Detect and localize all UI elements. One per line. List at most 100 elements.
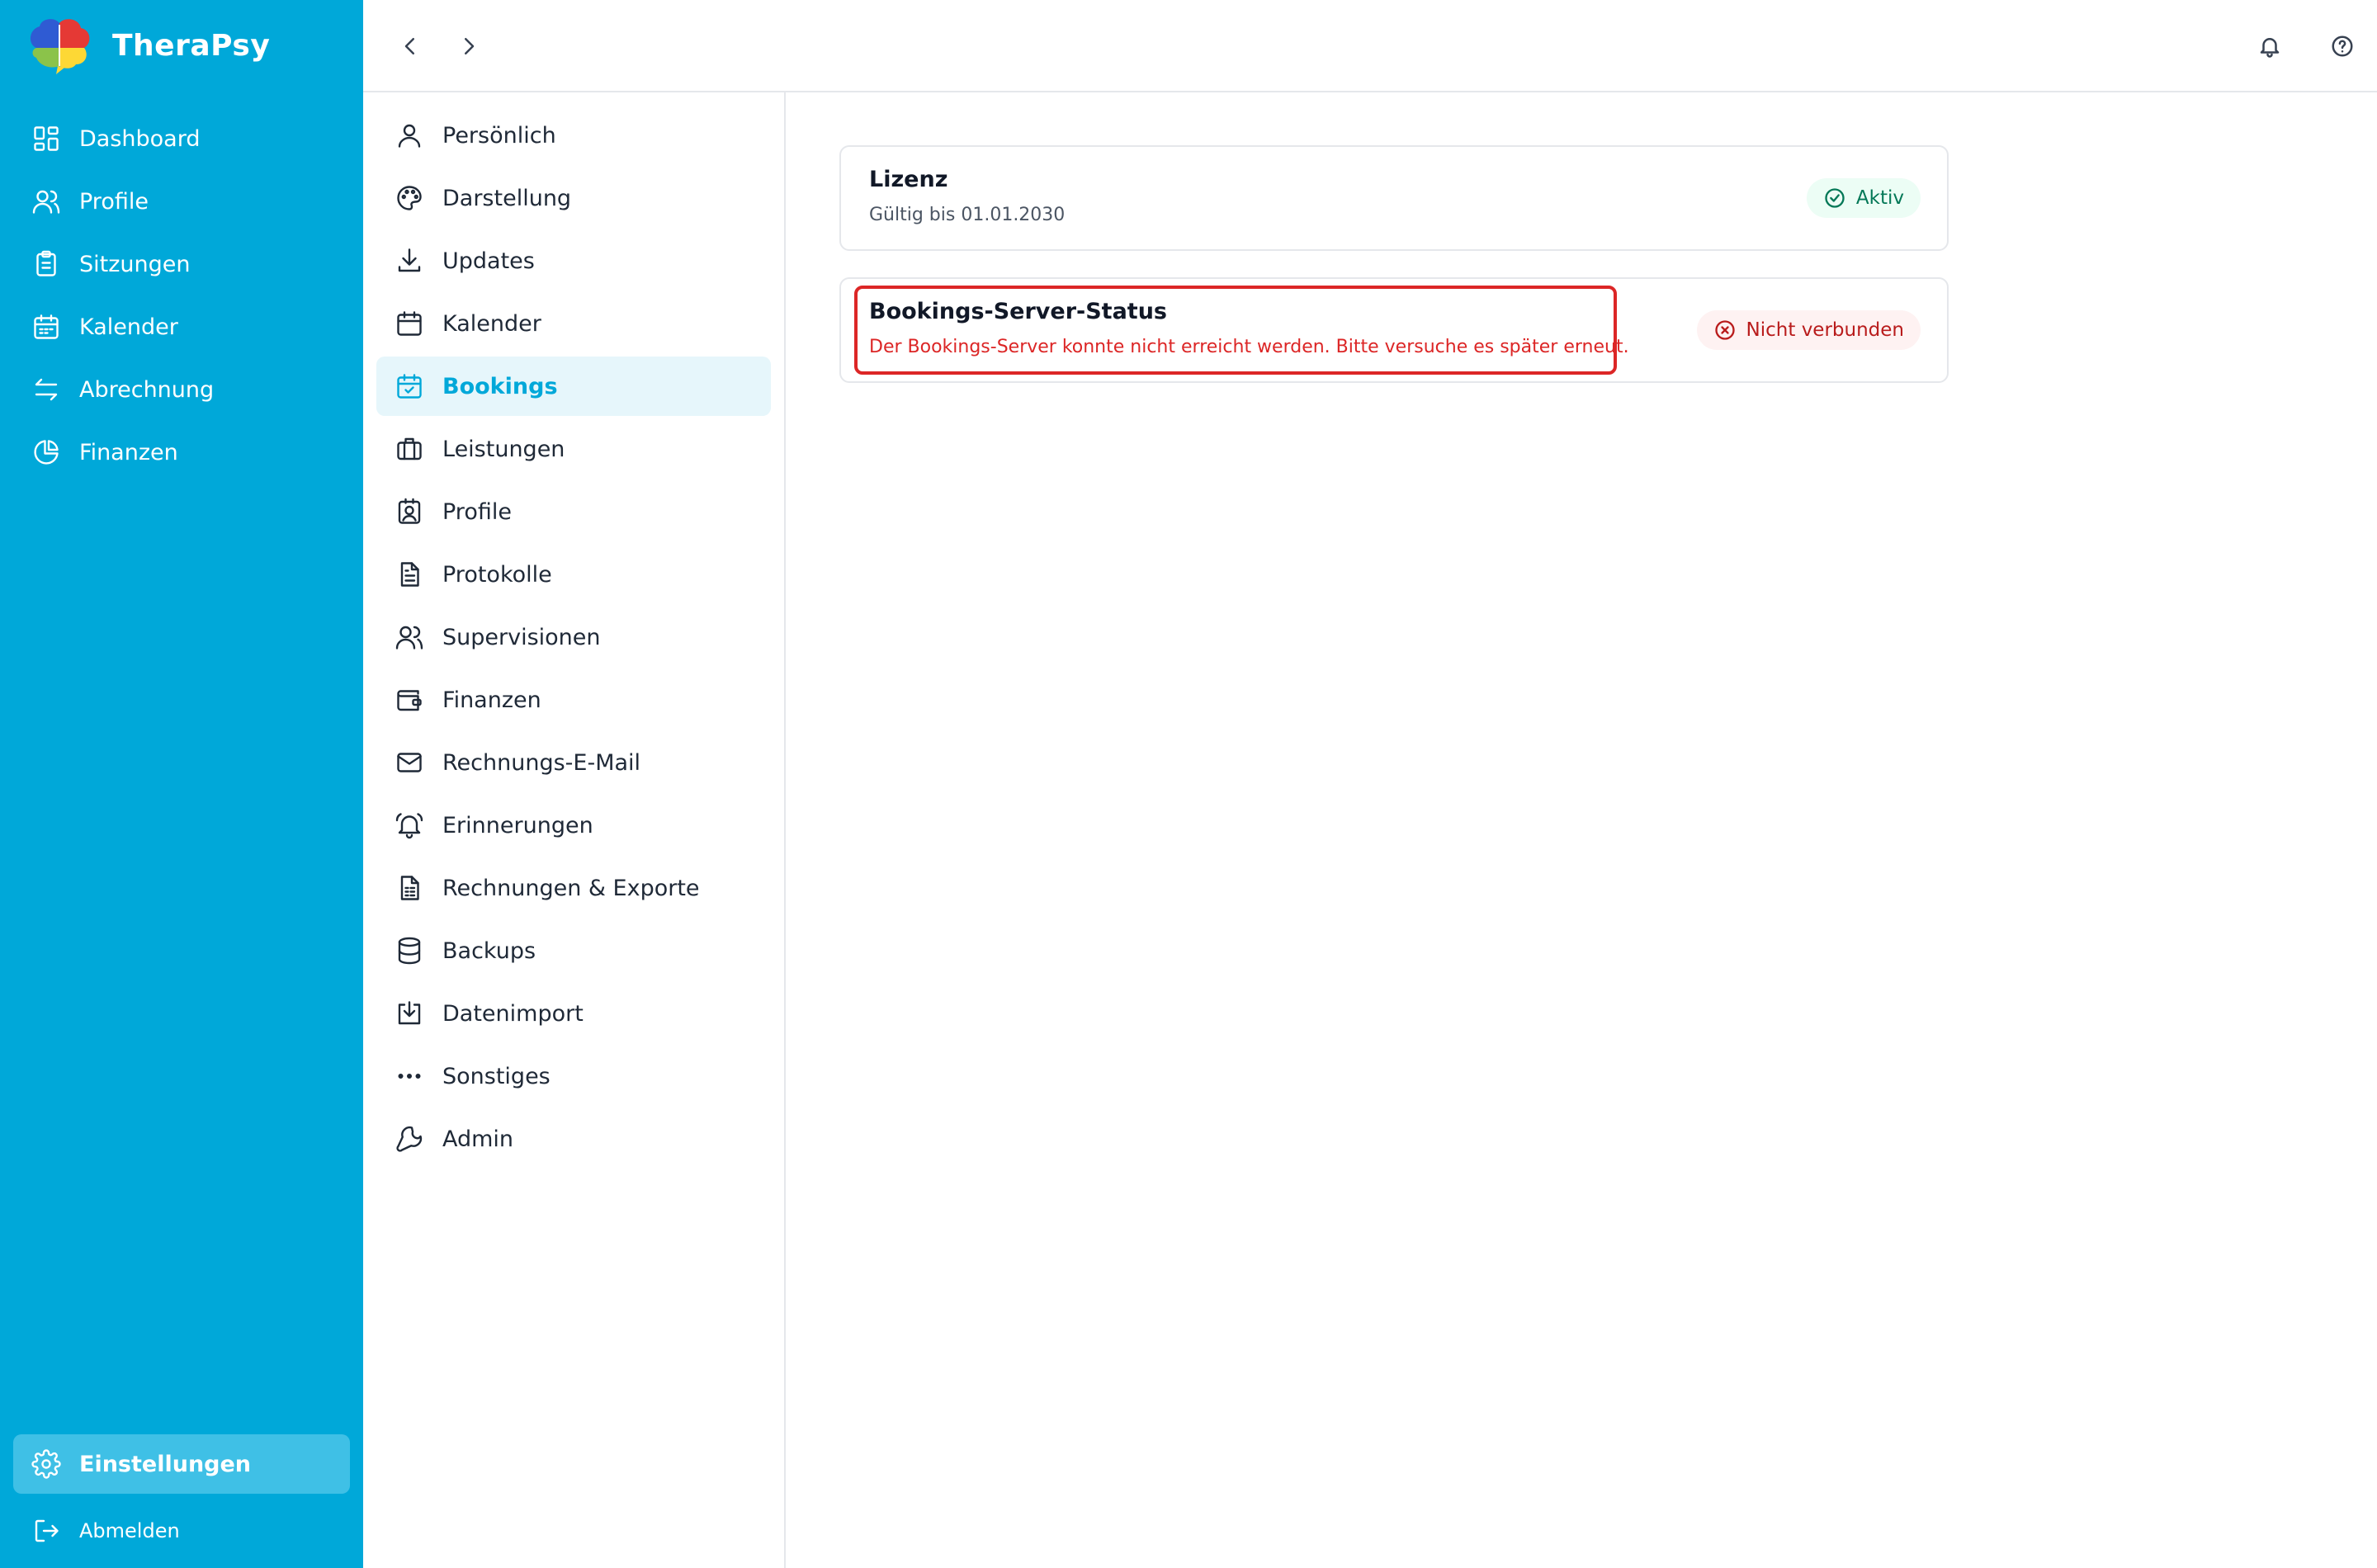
- gear-icon: [31, 1449, 61, 1479]
- nav-item-finanzen[interactable]: Finanzen: [13, 423, 350, 482]
- download-icon: [395, 246, 424, 276]
- license-card: Lizenz Gültig bis 01.01.2030 Aktiv: [839, 145, 1949, 251]
- dashboard-icon: [31, 124, 61, 153]
- chevron-left-icon: [404, 38, 414, 54]
- help-button[interactable]: [2326, 30, 2359, 63]
- notifications-button[interactable]: [2253, 30, 2286, 63]
- app-name: TheraPsy: [112, 28, 271, 63]
- settings-item-rechnungs-email[interactable]: Rechnungs-E-Mail: [376, 733, 771, 792]
- briefcase-icon: [395, 434, 424, 464]
- server-status-label: Nicht verbunden: [1746, 319, 1904, 341]
- database-icon: [395, 936, 424, 966]
- nav-item-label: Sitzungen: [79, 251, 191, 277]
- document-icon: [395, 560, 424, 589]
- settings-nav-list: Persönlich Darstellung Updates Kalender …: [376, 106, 771, 1172]
- user-icon: [395, 120, 424, 150]
- logout-button[interactable]: Abmelden: [13, 1502, 350, 1560]
- settings-item-label: Darstellung: [442, 185, 572, 211]
- import-icon: [395, 999, 424, 1028]
- settings-item-backups[interactable]: Backups: [376, 921, 771, 980]
- back-button[interactable]: [394, 30, 427, 63]
- settings-item-darstellung[interactable]: Darstellung: [376, 168, 771, 228]
- settings-item-rechnungen-exporte[interactable]: Rechnungen & Exporte: [376, 858, 771, 918]
- server-status-badge: Nicht verbunden: [1696, 310, 1921, 350]
- wallet-icon: [395, 685, 424, 715]
- check-circle-icon: [1823, 187, 1846, 210]
- settings-item-erinnerungen[interactable]: Erinnerungen: [376, 796, 771, 855]
- settings-item-label: Datenimport: [442, 1000, 584, 1027]
- nav-item-kalender[interactable]: Kalender: [13, 297, 350, 357]
- brand[interactable]: TheraPsy: [25, 15, 270, 76]
- arrows-swap-icon: [31, 375, 61, 404]
- settings-item-label: Supervisionen: [442, 624, 601, 650]
- forward-button[interactable]: [452, 30, 485, 63]
- logout-icon: [31, 1516, 61, 1546]
- bell-icon: [2260, 38, 2280, 58]
- main-nav: Dashboard Profile Sitzungen Kalender Abr…: [13, 109, 350, 485]
- settings-item-label: Rechnungs-E-Mail: [442, 749, 641, 776]
- main-sidebar: TheraPsy Dashboard Profile Sitzungen Kal…: [0, 0, 363, 1568]
- settings-item-admin[interactable]: Admin: [376, 1109, 771, 1169]
- users-icon: [395, 622, 424, 652]
- settings-item-label: Profile: [442, 498, 512, 525]
- settings-item-label: Sonstiges: [442, 1063, 551, 1089]
- chevron-right-icon: [465, 38, 475, 54]
- ellipsis-icon: [395, 1061, 424, 1091]
- bookings-settings-content: Lizenz Gültig bis 01.01.2030 Aktiv Booki…: [786, 92, 2377, 1568]
- settings-item-label: Erinnerungen: [442, 812, 593, 838]
- help-circle-icon: [2332, 35, 2353, 57]
- settings-item-label: Admin: [442, 1126, 514, 1152]
- settings-item-supervisionen[interactable]: Supervisionen: [376, 607, 771, 667]
- settings-item-persoenlich[interactable]: Persönlich: [376, 106, 771, 165]
- brain-logo-icon: [30, 19, 90, 74]
- settings-item-label: Protokolle: [442, 561, 552, 588]
- settings-item-datenimport[interactable]: Datenimport: [376, 984, 771, 1043]
- calendar-icon: [395, 309, 424, 338]
- nav-item-abrechnung[interactable]: Abrechnung: [13, 360, 350, 419]
- sidebar-bottom: Einstellungen Abmelden: [13, 1434, 350, 1563]
- app-root: TheraPsy Dashboard Profile Sitzungen Kal…: [0, 0, 2377, 1568]
- calendar-icon: [31, 312, 61, 342]
- palette-icon: [395, 183, 424, 213]
- nav-item-label: Abrechnung: [79, 376, 215, 403]
- bell-ring-icon: [395, 810, 424, 840]
- settings-item-kalender[interactable]: Kalender: [376, 294, 771, 353]
- settings-item-updates[interactable]: Updates: [376, 231, 771, 290]
- server-status-card: Bookings-Server-Status Der Bookings-Serv…: [839, 277, 1949, 383]
- license-title: Lizenz: [869, 167, 948, 192]
- nav-item-sitzungen[interactable]: Sitzungen: [13, 234, 350, 294]
- nav-item-label: Dashboard: [79, 125, 201, 152]
- nav-item-label: Einstellungen: [79, 1451, 252, 1477]
- wrench-icon: [395, 1124, 424, 1154]
- nav-item-label: Profile: [79, 188, 149, 215]
- settings-item-sonstiges[interactable]: Sonstiges: [376, 1046, 771, 1106]
- top-bar: [363, 0, 2377, 92]
- nav-item-label: Kalender: [79, 314, 178, 340]
- settings-item-leistungen[interactable]: Leistungen: [376, 419, 771, 479]
- settings-item-profile[interactable]: Profile: [376, 482, 771, 541]
- settings-item-finanzen[interactable]: Finanzen: [376, 670, 771, 730]
- contact-icon: [395, 497, 424, 527]
- nav-item-einstellungen[interactable]: Einstellungen: [13, 1434, 350, 1494]
- settings-nav: Persönlich Darstellung Updates Kalender …: [363, 92, 786, 1568]
- settings-item-label: Kalender: [442, 310, 541, 337]
- license-status-badge: Aktiv: [1806, 178, 1921, 218]
- users-icon: [31, 187, 61, 216]
- x-circle-icon: [1713, 319, 1737, 342]
- settings-item-label: Bookings: [442, 373, 558, 399]
- nav-item-label: Finanzen: [79, 439, 178, 465]
- settings-item-label: Updates: [442, 248, 535, 274]
- server-status-title: Bookings-Server-Status: [869, 299, 1167, 324]
- settings-item-label: Finanzen: [442, 687, 541, 713]
- nav-item-profile[interactable]: Profile: [13, 172, 350, 231]
- settings-item-label: Rechnungen & Exporte: [442, 875, 700, 901]
- settings-item-label: Persönlich: [442, 122, 556, 149]
- license-status-label: Aktiv: [1855, 187, 1904, 209]
- settings-item-bookings[interactable]: Bookings: [376, 357, 771, 416]
- clipboard-icon: [31, 249, 61, 279]
- settings-item-protokolle[interactable]: Protokolle: [376, 545, 771, 604]
- settings-item-label: Backups: [442, 937, 536, 964]
- pie-chart-icon: [31, 437, 61, 467]
- nav-item-dashboard[interactable]: Dashboard: [13, 109, 350, 168]
- spreadsheet-icon: [395, 873, 424, 903]
